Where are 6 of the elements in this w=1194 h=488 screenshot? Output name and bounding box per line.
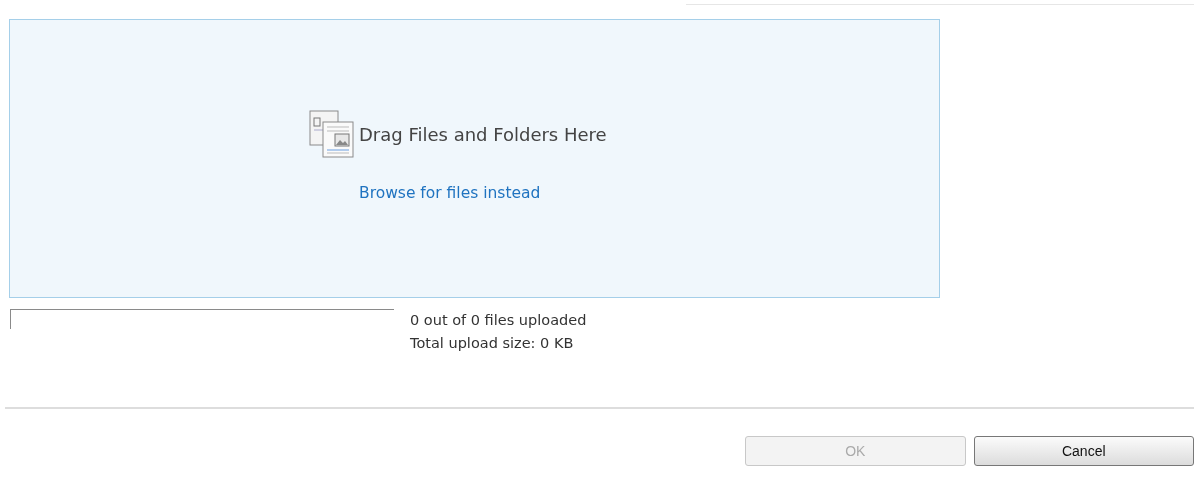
- cancel-button[interactable]: Cancel: [973, 436, 1194, 466]
- size-status: Total upload size: 0 KB: [410, 334, 575, 353]
- documents-icon: [309, 110, 357, 158]
- files-status: 0 out of 0 files uploaded: [410, 311, 587, 330]
- drop-heading: Drag Files and Folders Here: [359, 123, 607, 145]
- browse-link[interactable]: Browse for files instead: [359, 184, 541, 202]
